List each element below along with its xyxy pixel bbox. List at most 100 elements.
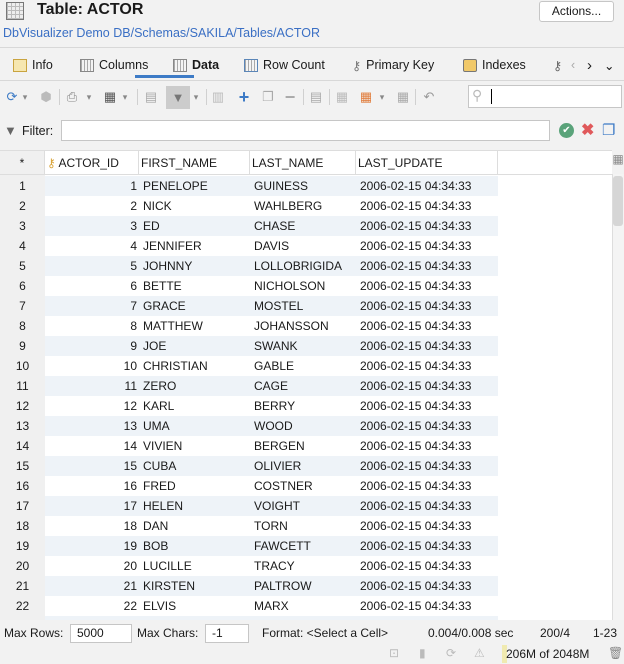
last-update-cell[interactable]: 2006-02-15 04:34:33: [358, 236, 498, 256]
first-name-cell[interactable]: LUCILLE: [141, 556, 251, 576]
actor-id-cell[interactable]: 14: [45, 436, 137, 456]
last-update-cell[interactable]: 2006-02-15 04:34:33: [358, 376, 498, 396]
actor-id-cell[interactable]: 15: [45, 456, 137, 476]
last-update-cell[interactable]: 2006-02-15 04:34:33: [358, 176, 498, 196]
actions-button[interactable]: Actions...: [539, 1, 614, 22]
table-row[interactable]: 7 GRACE MOSTEL 2006-02-15 04:34:33: [45, 296, 498, 316]
first-name-cell[interactable]: DAN: [141, 516, 251, 536]
commit-icon[interactable]: ▦: [395, 88, 411, 106]
last-name-cell[interactable]: WOOD: [252, 416, 358, 436]
last-update-cell[interactable]: 2006-02-15 04:34:33: [358, 536, 498, 556]
grid-icon[interactable]: ▦: [102, 88, 118, 106]
first-name-cell[interactable]: FRED: [141, 476, 251, 496]
first-name-cell[interactable]: VIVIEN: [141, 436, 251, 456]
last-name-cell[interactable]: SWANK: [252, 336, 358, 356]
table-row[interactable]: 19 BOB FAWCETT 2006-02-15 04:34:33: [45, 536, 498, 556]
last-name-cell[interactable]: TORN: [252, 516, 358, 536]
actor-id-cell[interactable]: 2: [45, 196, 137, 216]
chevron-down-icon[interactable]: ⌄: [604, 56, 614, 74]
last-update-cell[interactable]: 2006-02-15 04:34:33: [358, 356, 498, 376]
last-update-cell[interactable]: 2006-02-15 04:34:33: [358, 516, 498, 536]
first-name-cell[interactable]: JOHNNY: [141, 256, 251, 276]
last-name-cell[interactable]: JOHANSSON: [252, 316, 358, 336]
actor-id-cell[interactable]: 19: [45, 536, 137, 556]
last-name-cell[interactable]: CHASE: [252, 216, 358, 236]
column-header-last-name[interactable]: LAST_NAME: [250, 151, 356, 175]
last-update-cell[interactable]: 2006-02-15 04:34:33: [358, 256, 498, 276]
last-name-cell[interactable]: GABLE: [252, 356, 358, 376]
save-icon[interactable]: ▥: [210, 88, 226, 106]
actor-id-cell[interactable]: 13: [45, 416, 137, 436]
first-name-cell[interactable]: JENNIFER: [141, 236, 251, 256]
row-number[interactable]: 20: [0, 556, 45, 576]
first-name-cell[interactable]: GRACE: [141, 296, 251, 316]
first-name-cell[interactable]: KARL: [141, 396, 251, 416]
row-number[interactable]: 19: [0, 536, 45, 556]
actor-id-cell[interactable]: 16: [45, 476, 137, 496]
database-icon[interactable]: ▮: [419, 646, 426, 660]
row-number[interactable]: 22: [0, 596, 45, 616]
actor-id-cell[interactable]: 22: [45, 596, 137, 616]
tab-more-icon[interactable]: ⚷: [553, 56, 562, 74]
table-row[interactable]: 16 FRED COSTNER 2006-02-15 04:34:33: [45, 476, 498, 496]
row-number[interactable]: 18: [0, 516, 45, 536]
first-name-cell[interactable]: ELVIS: [141, 596, 251, 616]
actor-id-cell[interactable]: 1: [45, 176, 137, 196]
row-number[interactable]: 7: [0, 296, 45, 316]
vertical-scrollbar[interactable]: [612, 174, 624, 620]
select-all-header[interactable]: *: [0, 151, 45, 175]
table-row[interactable]: 4 JENNIFER DAVIS 2006-02-15 04:34:33: [45, 236, 498, 256]
actor-id-cell[interactable]: 7: [45, 296, 137, 316]
last-name-cell[interactable]: BERGEN: [252, 436, 358, 456]
row-number[interactable]: 15: [0, 456, 45, 476]
actor-id-cell[interactable]: 23: [45, 616, 137, 620]
table-row[interactable]: 21 KIRSTEN PALTROW 2006-02-15 04:34:33: [45, 576, 498, 596]
row-number[interactable]: 23: [0, 616, 45, 620]
actor-id-cell[interactable]: 3: [45, 216, 137, 236]
last-update-cell[interactable]: 2006-02-15 04:34:33: [358, 296, 498, 316]
table-row[interactable]: 5 JOHNNY LOLLOBRIGIDA 2006-02-15 04:34:33: [45, 256, 498, 276]
row-number[interactable]: 5: [0, 256, 45, 276]
table-row[interactable]: 11 ZERO CAGE 2006-02-15 04:34:33: [45, 376, 498, 396]
chevron-down-icon[interactable]: ▾: [84, 88, 94, 106]
actor-id-cell[interactable]: 20: [45, 556, 137, 576]
table-row[interactable]: 14 VIVIEN BERGEN 2006-02-15 04:34:33: [45, 436, 498, 456]
copy-filter-icon[interactable]: ❐: [602, 121, 615, 139]
last-name-cell[interactable]: WAHLBERG: [252, 196, 358, 216]
first-name-cell[interactable]: ZERO: [141, 376, 251, 396]
actor-id-cell[interactable]: 10: [45, 356, 137, 376]
first-name-cell[interactable]: BETTE: [141, 276, 251, 296]
last-name-cell[interactable]: FAWCETT: [252, 536, 358, 556]
last-name-cell[interactable]: BERRY: [252, 396, 358, 416]
filter-input[interactable]: [61, 120, 550, 141]
actor-id-cell[interactable]: 8: [45, 316, 137, 336]
last-update-cell[interactable]: 2006-02-15 04:34:33: [358, 576, 498, 596]
grid-edit-icon[interactable]: ▦: [334, 88, 350, 106]
row-number[interactable]: 12: [0, 396, 45, 416]
column-chooser-icon[interactable]: ▦: [612, 152, 624, 174]
breadcrumb[interactable]: DbVisualizer Demo DB/Schemas/SAKILA/Tabl…: [3, 26, 320, 40]
apply-filter-icon[interactable]: ✔: [559, 123, 574, 138]
table-row[interactable]: 13 UMA WOOD 2006-02-15 04:34:33: [45, 416, 498, 436]
actor-id-cell[interactable]: 9: [45, 336, 137, 356]
row-number[interactable]: 8: [0, 316, 45, 336]
first-name-cell[interactable]: ED: [141, 216, 251, 236]
layout-icon[interactable]: ⊡: [389, 646, 399, 660]
row-number[interactable]: 9: [0, 336, 45, 356]
chevron-left-icon[interactable]: ‹: [571, 56, 575, 74]
first-name-cell[interactable]: NICK: [141, 196, 251, 216]
table-row[interactable]: 3 ED CHASE 2006-02-15 04:34:33: [45, 216, 498, 236]
row-number[interactable]: 2: [0, 196, 45, 216]
table-row[interactable]: 23 SANDRAKILMER2006-02-15 04:34:33: [45, 616, 498, 620]
delete-row-icon[interactable]: −: [282, 87, 298, 107]
table-row[interactable]: 2 NICK WAHLBERG 2006-02-15 04:34:33: [45, 196, 498, 216]
table-row[interactable]: 1 PENELOPE GUINESS 2006-02-15 04:34:33: [45, 176, 498, 196]
last-name-cell[interactable]: NICHOLSON: [252, 276, 358, 296]
duplicate-icon[interactable]: ❐: [260, 88, 276, 106]
first-name-cell[interactable]: PENELOPE: [141, 176, 251, 196]
row-number[interactable]: 21: [0, 576, 45, 596]
last-name-cell[interactable]: COSTNER: [252, 476, 358, 496]
last-update-cell[interactable]: 2006-02-15 04:34:33: [358, 316, 498, 336]
chevron-down-icon[interactable]: ▾: [20, 88, 30, 106]
table-row[interactable]: 6 BETTE NICHOLSON 2006-02-15 04:34:33: [45, 276, 498, 296]
